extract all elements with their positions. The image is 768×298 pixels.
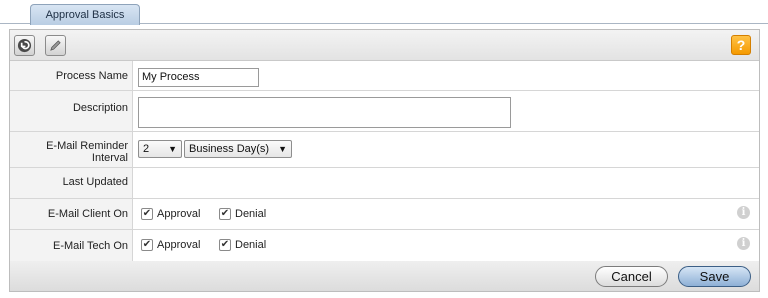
cancel-button[interactable]: Cancel [595,266,668,287]
email-tech-value-cell: ✔ Approval ✔ Denial i [134,230,759,261]
process-name-input[interactable]: My Process [138,68,259,87]
info-icon[interactable]: i [737,237,750,250]
back-arrow-icon [17,38,32,53]
description-value-cell [134,91,759,131]
reminder-count-select[interactable]: 2 ▼ [138,140,182,158]
email-client-row: E-Mail Client On ✔ Approval ✔ Denial i [10,199,759,230]
reminder-label-line2: Interval [91,152,128,164]
chevron-down-icon: ▼ [168,144,177,154]
info-icon[interactable]: i [737,206,750,219]
email-client-approval-label: Approval [157,208,201,220]
email-tech-denial-checkbox[interactable]: ✔ [219,239,231,251]
save-button[interactable]: Save [678,266,751,287]
email-tech-row: E-Mail Tech On ✔ Approval ✔ Denial i [10,230,759,261]
email-tech-approval-label: Approval [157,239,201,251]
last-updated-row: Last Updated [10,168,759,199]
last-updated-value-cell [134,168,759,198]
tab-approval-basics[interactable]: Approval Basics [30,4,140,25]
chevron-down-icon: ▼ [278,144,287,154]
reminder-row: E-Mail Reminder Interval 2 ▼ Business Da… [10,132,759,168]
email-tech-label: E-Mail Tech On [10,230,133,261]
edit-button[interactable] [45,35,66,56]
reminder-label: E-Mail Reminder Interval [10,132,133,167]
reminder-label-line1: E-Mail Reminder [46,140,128,152]
email-client-value-cell: ✔ Approval ✔ Denial i [134,199,759,229]
pencil-icon [50,40,61,51]
email-client-approval-checkbox[interactable]: ✔ [141,208,153,220]
help-icon: ? [736,37,746,53]
email-tech-denial-label: Denial [235,239,267,251]
back-button[interactable] [14,35,35,56]
description-textarea[interactable] [138,97,511,128]
reminder-count-value: 2 [143,143,150,155]
reminder-value-cell: 2 ▼ Business Day(s) ▼ [134,132,759,167]
form-footer: Cancel Save [10,261,759,291]
email-client-denial-checkbox[interactable]: ✔ [219,208,231,220]
last-updated-label: Last Updated [10,168,133,198]
description-label: Description [10,91,133,131]
approval-form-panel: ? Process Name My Process Description E-… [9,29,760,292]
process-name-value-cell: My Process [134,61,759,90]
process-name-label: Process Name [10,61,133,90]
process-name-row: Process Name My Process [10,61,759,91]
description-row: Description [10,91,759,132]
email-client-denial-label: Denial [235,208,267,220]
help-button[interactable]: ? [731,35,751,55]
toolbar: ? [10,30,759,61]
reminder-unit-value: Business Day(s) [189,143,270,155]
email-tech-approval-checkbox[interactable]: ✔ [141,239,153,251]
tab-bar: Approval Basics [0,0,768,25]
reminder-unit-select[interactable]: Business Day(s) ▼ [184,140,292,158]
email-client-label: E-Mail Client On [10,199,133,229]
